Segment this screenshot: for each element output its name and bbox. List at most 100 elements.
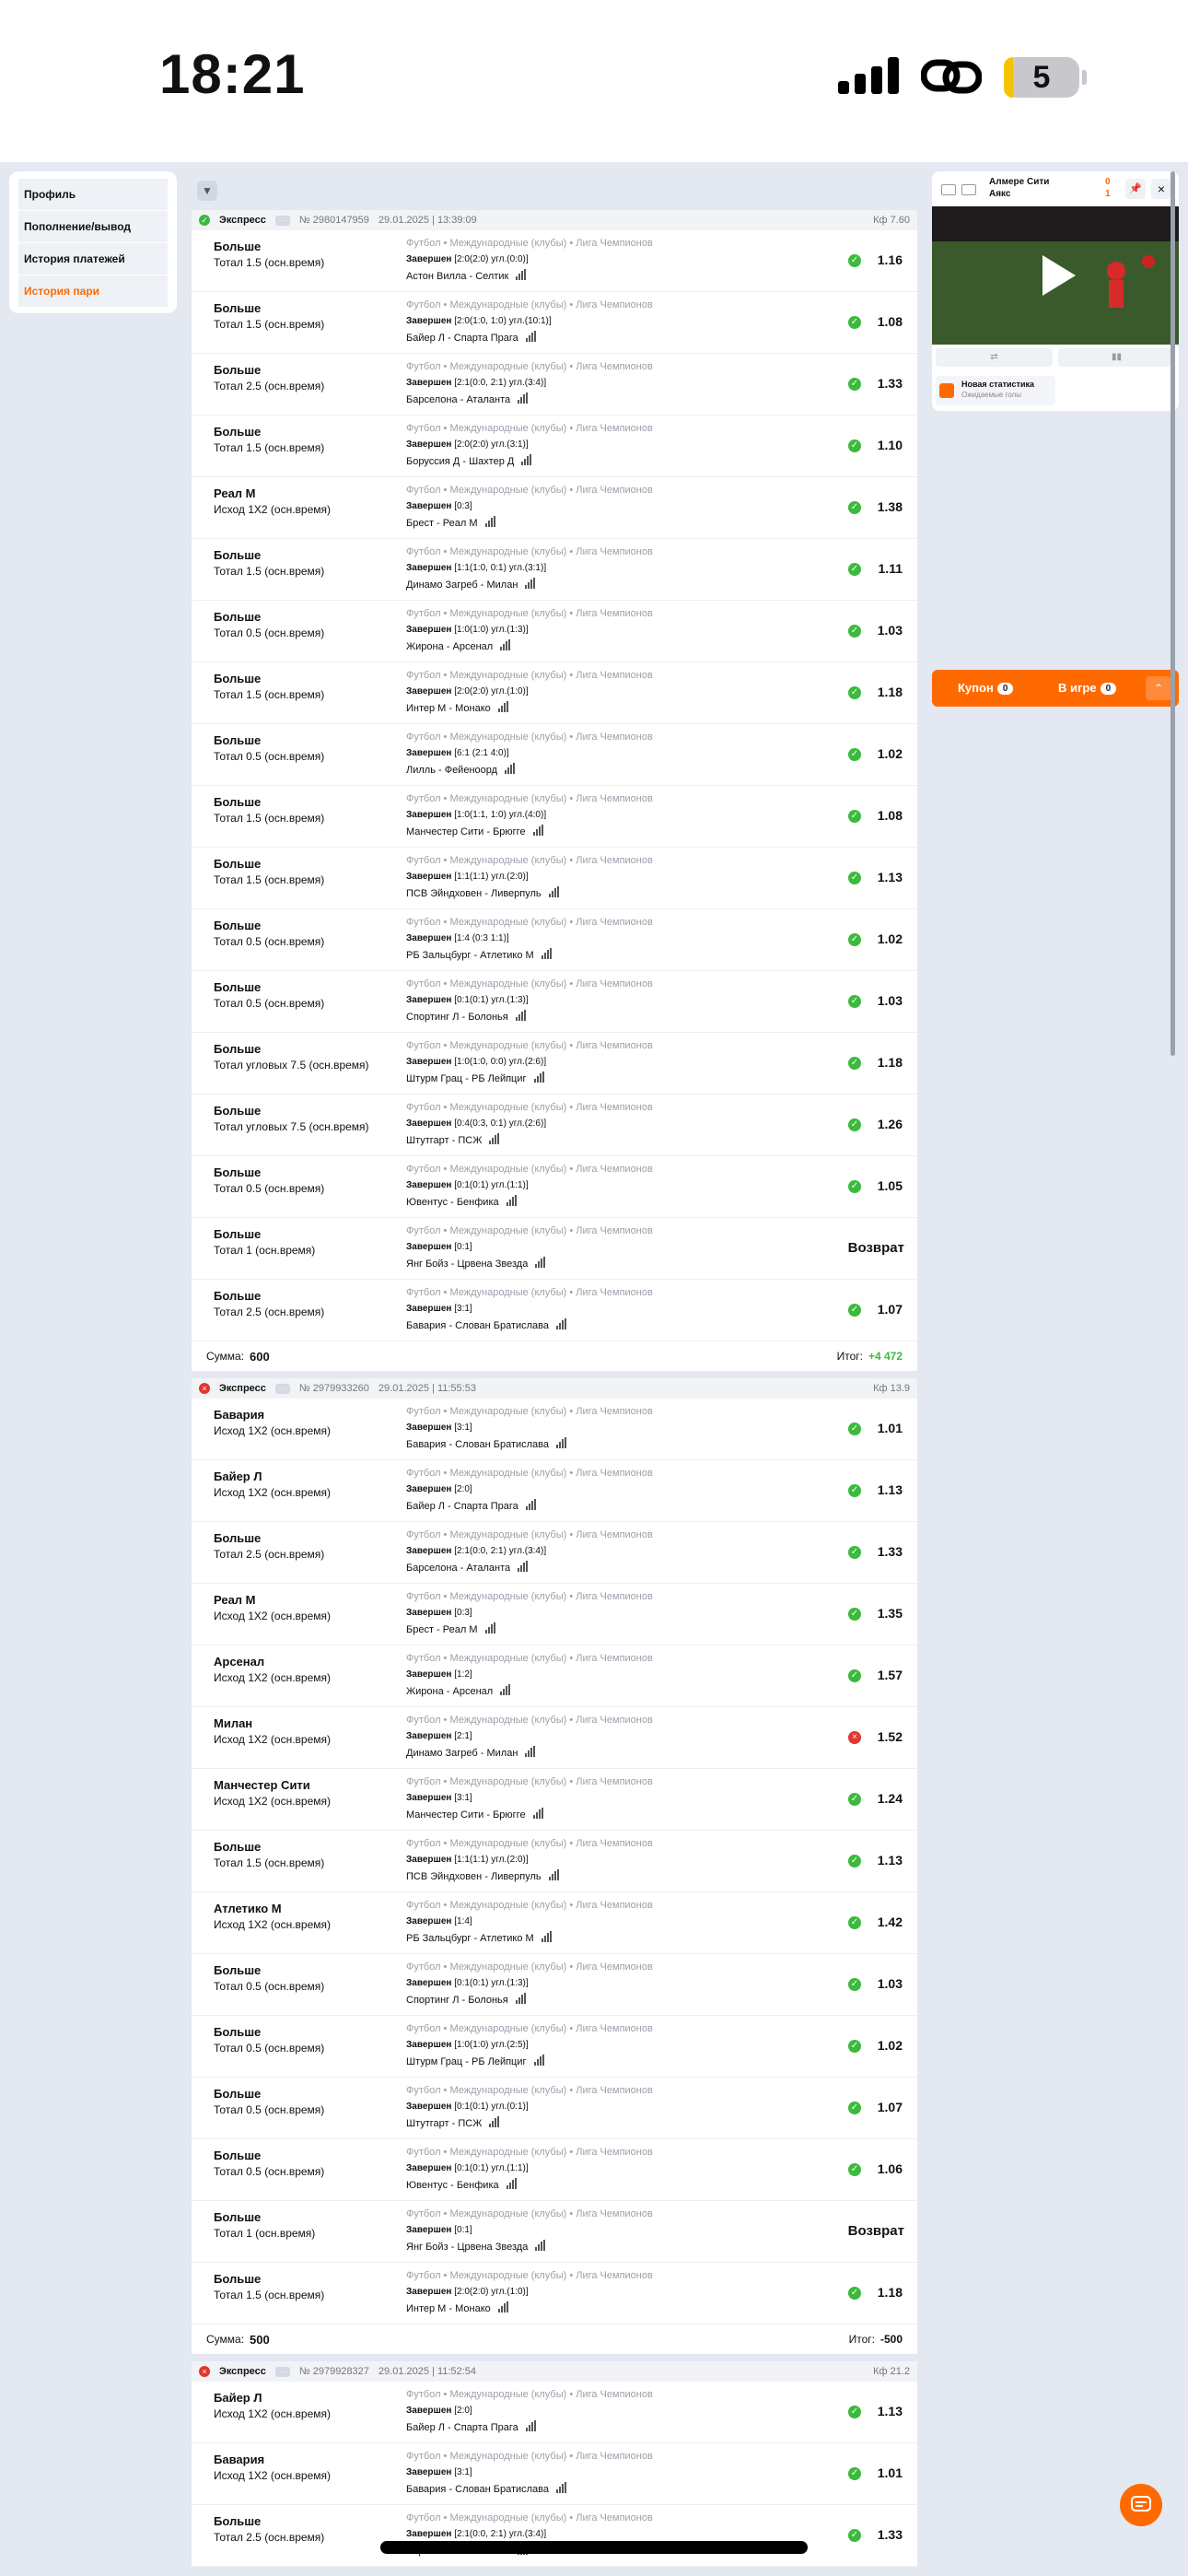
bet-event-row[interactable]: Больше Тотал 1.5 (осн.время) Футбол • Межд… — [192, 416, 917, 477]
bet-event-row[interactable]: Милан Исход 1X2 (осн.время) Футбол • Между… — [192, 1707, 917, 1769]
event-coef: 1.01 — [877, 2465, 903, 2480]
scoreboard-icon[interactable] — [961, 184, 976, 195]
bet-event-row[interactable]: Больше Тотал 0.5 (осн.время) Футбол • Межд… — [192, 724, 917, 786]
coupon-button[interactable]: Купон 0 — [958, 681, 1014, 695]
bet-event-row[interactable]: Больше Тотал 1.5 (осн.время) Футбол • Межд… — [192, 848, 917, 909]
chevron-up-icon[interactable]: ⌃ — [1146, 676, 1171, 700]
stats-bars-icon[interactable] — [535, 1257, 546, 1270]
new-stat-promo[interactable]: Новая статистика Ожидаемые голы — [936, 376, 1055, 405]
bet-event-row[interactable]: Арсенал Исход 1X2 (осн.время) Футбол • Меж… — [192, 1645, 917, 1707]
bet-event-row[interactable]: Больше Тотал 0.5 (осн.время) Футбол • Межд… — [192, 971, 917, 1033]
bet-event-row[interactable]: Больше Тотал 0.5 (осн.время) Футбол • Межд… — [192, 1156, 917, 1218]
stats-bars-icon[interactable] — [535, 2240, 546, 2254]
bet-event-row[interactable]: Больше Тотал 2.5 (осн.время) Футбол • Межд… — [192, 2505, 917, 2567]
stats-bars-icon[interactable] — [518, 1561, 529, 1575]
chat-icon[interactable] — [941, 184, 956, 195]
stats-bars-icon[interactable] — [489, 1133, 500, 1147]
bet-event-row[interactable]: Больше Тотал 0.5 (осн.время) Футбол • Межд… — [192, 2016, 917, 2078]
bet-event-row[interactable]: Больше Тотал 0.5 (осн.время) Футбол • Межд… — [192, 909, 917, 971]
bet-event-row[interactable]: Байер Л Исход 1X2 (осн.время) Футбол • Меж… — [192, 2382, 917, 2443]
bet-event-row[interactable]: Больше Тотал 1 (осн.время) Футбол • Междун… — [192, 1218, 917, 1280]
stats-bars-icon[interactable] — [533, 2055, 545, 2068]
event-category: Футбол • Международные (клубы) • Лига Че… — [406, 917, 653, 928]
pin-icon[interactable]: 📌 — [1125, 179, 1146, 199]
bet-event-row[interactable]: Реал М Исход 1X2 (осн.время) Футбол • Межд… — [192, 1584, 917, 1645]
filter-icon[interactable]: ▼ — [197, 181, 217, 201]
event-teams: Бавария - Слован Братислава — [406, 2482, 567, 2496]
close-icon[interactable]: × — [1151, 179, 1171, 199]
stats-bars-icon[interactable] — [556, 1318, 567, 1332]
stats-bars-icon[interactable] — [556, 1437, 567, 1451]
bet-event-row[interactable]: Атлетико М Исход 1X2 (осн.время) Футбол • … — [192, 1892, 917, 1954]
stats-bars-icon[interactable] — [516, 269, 527, 283]
stats-bars-icon[interactable] — [525, 1499, 537, 1513]
sidebar-item-payment-history[interactable]: История платежей — [18, 243, 168, 275]
sidebar-item-bet-history[interactable]: История пари — [18, 275, 168, 308]
bet-event-row[interactable]: Бавария Исход 1X2 (осн.время) Футбол • Меж… — [192, 2443, 917, 2505]
stats-bars-icon[interactable] — [497, 2301, 509, 2315]
stats-bars-icon[interactable] — [521, 454, 532, 468]
stats-bars-icon[interactable] — [489, 2116, 500, 2130]
stats-bars-icon[interactable] — [515, 1993, 527, 2007]
bet-event-row[interactable]: Больше Тотал 2.5 (осн.время) Футбол • Межд… — [192, 1522, 917, 1584]
stats-bars-icon[interactable] — [506, 2178, 518, 2192]
stats-bars-icon[interactable] — [541, 948, 553, 962]
bet-card[interactable]: × Экспресс ··· № 2979933260 29.01.2025 | 11:… — [192, 1378, 917, 2354]
match-video[interactable] — [932, 206, 1179, 345]
bet-event-row[interactable]: Больше Тотал 1.5 (осн.время) Футбол • Межд… — [192, 539, 917, 601]
bet-event-row[interactable]: Больше Тотал 0.5 (осн.время) Футбол • Межд… — [192, 1954, 917, 2016]
stats-bars-icon[interactable] — [548, 1869, 560, 1883]
stats-bars-icon[interactable] — [500, 1684, 511, 1698]
support-chat-icon[interactable] — [1120, 2484, 1162, 2526]
play-icon[interactable] — [1028, 248, 1083, 303]
sidebar-item-profile[interactable]: Профиль — [18, 179, 168, 211]
stats-bars-icon[interactable] — [532, 825, 544, 838]
stats-bars-icon[interactable] — [556, 2482, 567, 2496]
bet-event-row[interactable]: Больше Тотал угловых 7.5 (осн.время) Футбо… — [192, 1033, 917, 1095]
stats-bars-icon[interactable] — [525, 1746, 536, 1760]
bet-event-row[interactable]: Бавария Исход 1X2 (осн.время) Футбол • Меж… — [192, 1399, 917, 1460]
stats-bars-icon[interactable] — [525, 331, 537, 345]
tab-stats-icon[interactable]: ▮▮ — [1058, 348, 1175, 367]
stats-bars-icon[interactable] — [506, 1195, 518, 1209]
event-teams: Динамо Загреб - Милан — [406, 578, 536, 591]
stats-bars-icon[interactable] — [505, 763, 516, 777]
bet-event-row[interactable]: Реал М Исход 1X2 (осн.время) Футбол • Межд… — [192, 477, 917, 539]
stats-bars-icon[interactable] — [518, 392, 529, 406]
stats-bars-icon[interactable] — [484, 1622, 496, 1636]
bet-event-row[interactable]: Больше Тотал 1.5 (осн.время) Футбол • Межд… — [192, 786, 917, 848]
stats-bars-icon[interactable] — [525, 578, 536, 591]
bet-event-row[interactable]: Больше Тотал 1.5 (осн.время) Футбол • Межд… — [192, 1831, 917, 1892]
bet-event-row[interactable]: Больше Тотал 0.5 (осн.время) Футбол • Межд… — [192, 2078, 917, 2139]
scrollbar[interactable] — [1171, 171, 1175, 1056]
bet-event-row[interactable]: Больше Тотал 2.5 (осн.время) Футбол • Межд… — [192, 354, 917, 416]
bet-event-row[interactable]: Больше Тотал 1.5 (осн.время) Футбол • Межд… — [192, 292, 917, 354]
bet-event-row[interactable]: Больше Тотал 1.5 (осн.время) Футбол • Межд… — [192, 230, 917, 292]
bet-card[interactable]: ✓ Экспресс ··· № 2980147959 29.01.2025 | 13:… — [192, 210, 917, 1371]
event-teams-label: Бавария - Слован Братислава — [406, 1320, 550, 1331]
stats-bars-icon[interactable] — [484, 516, 496, 530]
bet-event-row[interactable]: Байер Л Исход 1X2 (осн.время) Футбол • Меж… — [192, 1460, 917, 1522]
bet-event-row[interactable]: Больше Тотал 1 (осн.время) Футбол • Междун… — [192, 2201, 917, 2263]
stats-bars-icon[interactable] — [515, 1010, 527, 1024]
tab-lineup-icon[interactable]: ⇄ — [936, 348, 1053, 367]
bet-event-row[interactable]: Манчестер Сити Исход 1X2 (осн.время) Футбо… — [192, 1769, 917, 1831]
bet-event-row[interactable]: Больше Тотал 2.5 (осн.время) Футбол • Межд… — [192, 1280, 917, 1341]
bet-event-row[interactable]: Больше Тотал 0.5 (осн.время) Футбол • Межд… — [192, 2139, 917, 2201]
in-game-button[interactable]: В игре 0 — [1058, 681, 1117, 695]
bet-card[interactable]: × Экспресс ··· № 2979928327 29.01.2025 | 11:… — [192, 2361, 917, 2567]
bet-event-row[interactable]: Больше Тотал 1.5 (осн.время) Футбол • Межд… — [192, 662, 917, 724]
sidebar-item-deposit-withdraw[interactable]: Пополнение/вывод — [18, 211, 168, 243]
stats-bars-icon[interactable] — [533, 1071, 545, 1085]
stats-bars-icon[interactable] — [525, 2420, 537, 2434]
stats-bars-icon[interactable] — [497, 701, 509, 715]
stats-bars-icon[interactable] — [541, 1931, 553, 1945]
bet-event-row[interactable]: Больше Тотал 1.5 (осн.время) Футбол • Межд… — [192, 2263, 917, 2324]
stats-bars-icon[interactable] — [500, 639, 511, 653]
event-pick: Больше — [214, 672, 262, 685]
bet-event-row[interactable]: Больше Тотал угловых 7.5 (осн.время) Футбо… — [192, 1095, 917, 1156]
stats-bars-icon[interactable] — [532, 1808, 544, 1821]
bet-event-row[interactable]: Больше Тотал 0.5 (осн.время) Футбол • Межд… — [192, 601, 917, 662]
stats-bars-icon[interactable] — [548, 886, 560, 900]
event-pick: Бавария — [214, 2453, 265, 2466]
